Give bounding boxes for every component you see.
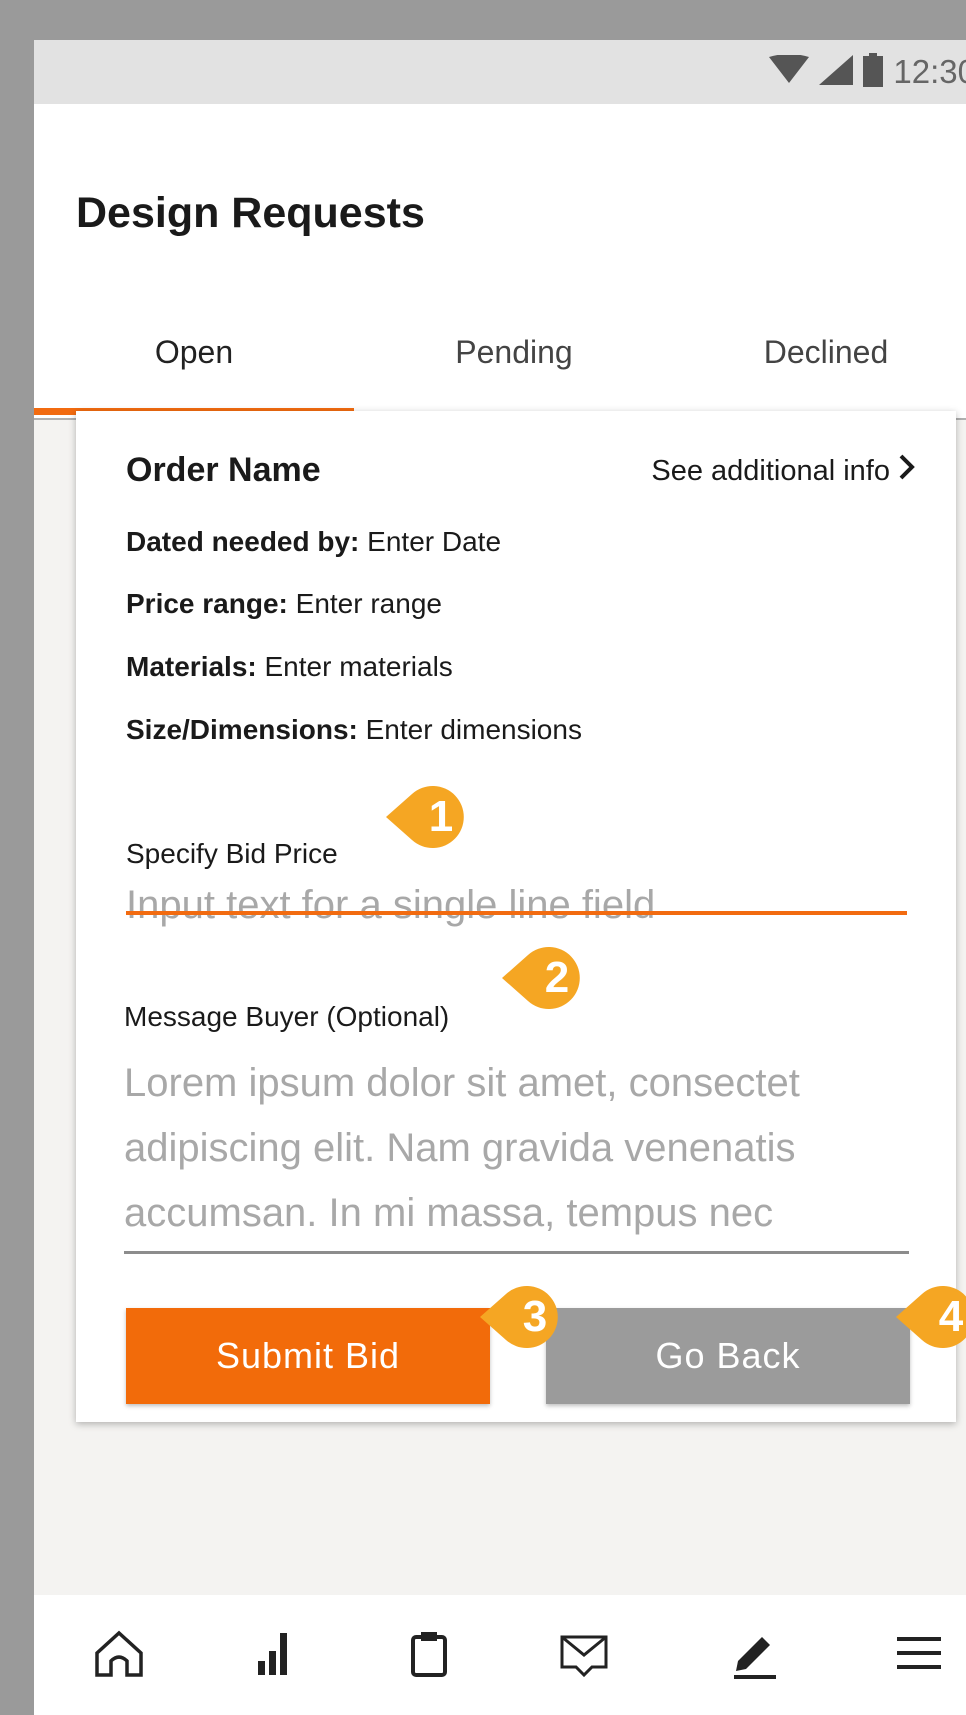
page-title: Design Requests [76, 189, 425, 237]
message-underline [124, 1251, 909, 1254]
field-materials: Materials: Enter materials [126, 651, 453, 683]
field-date-needed: Dated needed by: Enter Date [126, 526, 501, 558]
callout-marker-4: 4 [896, 1286, 966, 1348]
home-icon[interactable] [89, 1623, 149, 1683]
chevron-right-icon [898, 453, 916, 489]
stats-icon[interactable] [244, 1623, 304, 1683]
signal-icon [819, 54, 854, 90]
bid-price-underline [126, 911, 907, 915]
see-info-label: See additional info [651, 454, 890, 487]
field-price-range: Price range: Enter range [126, 588, 442, 620]
tab-open[interactable]: Open [64, 334, 324, 371]
wifi-icon [769, 53, 810, 90]
order-card: Order Name See additional info Dated nee… [76, 411, 956, 1422]
battery-icon [863, 52, 884, 92]
menu-icon[interactable] [889, 1623, 949, 1683]
status-time: 12:30 [893, 53, 966, 90]
callout-marker-1: 1 [386, 786, 472, 848]
field-label: Price range: [126, 588, 288, 619]
callout-marker-2: 2 [502, 947, 588, 1009]
bid-price-input[interactable]: Input text for a single line field [126, 883, 655, 928]
app-bar: Design Requests Open Pending Declined [34, 104, 966, 420]
callout-number: 4 [938, 1292, 964, 1341]
message-buyer-label: Message Buyer (Optional) [124, 1001, 450, 1032]
bottom-nav [34, 1595, 966, 1715]
field-value: Enter materials [264, 651, 453, 682]
tab-declined[interactable]: Declined [696, 334, 956, 371]
field-value: Enter Date [367, 526, 502, 557]
field-label: Dated needed by: [126, 526, 360, 557]
bid-price-label: Specify Bid Price [126, 838, 338, 869]
tab-pending[interactable]: Pending [384, 334, 644, 371]
message-buyer-textarea[interactable]: Lorem ipsum dolor sit amet, consectet ad… [124, 1051, 924, 1246]
field-label: Size/Dimensions: [126, 714, 358, 745]
go-back-button[interactable]: Go Back [546, 1308, 910, 1404]
see-additional-info-link[interactable]: See additional info [651, 453, 916, 489]
callout-number: 3 [522, 1292, 548, 1341]
clipboard-icon[interactable] [399, 1623, 459, 1683]
phone-screen: 12:30 Design Requests Open Pending Decli… [34, 40, 966, 1715]
submit-bid-button[interactable]: Submit Bid [126, 1308, 490, 1404]
mail-icon[interactable] [554, 1623, 614, 1683]
status-bar: 12:30 [34, 40, 966, 104]
field-value: Enter dimensions [365, 714, 582, 745]
field-dimensions: Size/Dimensions: Enter dimensions [126, 714, 582, 746]
callout-number: 2 [544, 953, 570, 1002]
field-label: Materials: [126, 651, 257, 682]
order-name: Order Name [126, 451, 321, 489]
callout-marker-3: 3 [480, 1286, 566, 1348]
status-icons: 12:30 [769, 52, 966, 92]
callout-number: 1 [428, 792, 454, 841]
field-value: Enter range [295, 588, 442, 619]
edit-icon[interactable] [724, 1623, 784, 1683]
